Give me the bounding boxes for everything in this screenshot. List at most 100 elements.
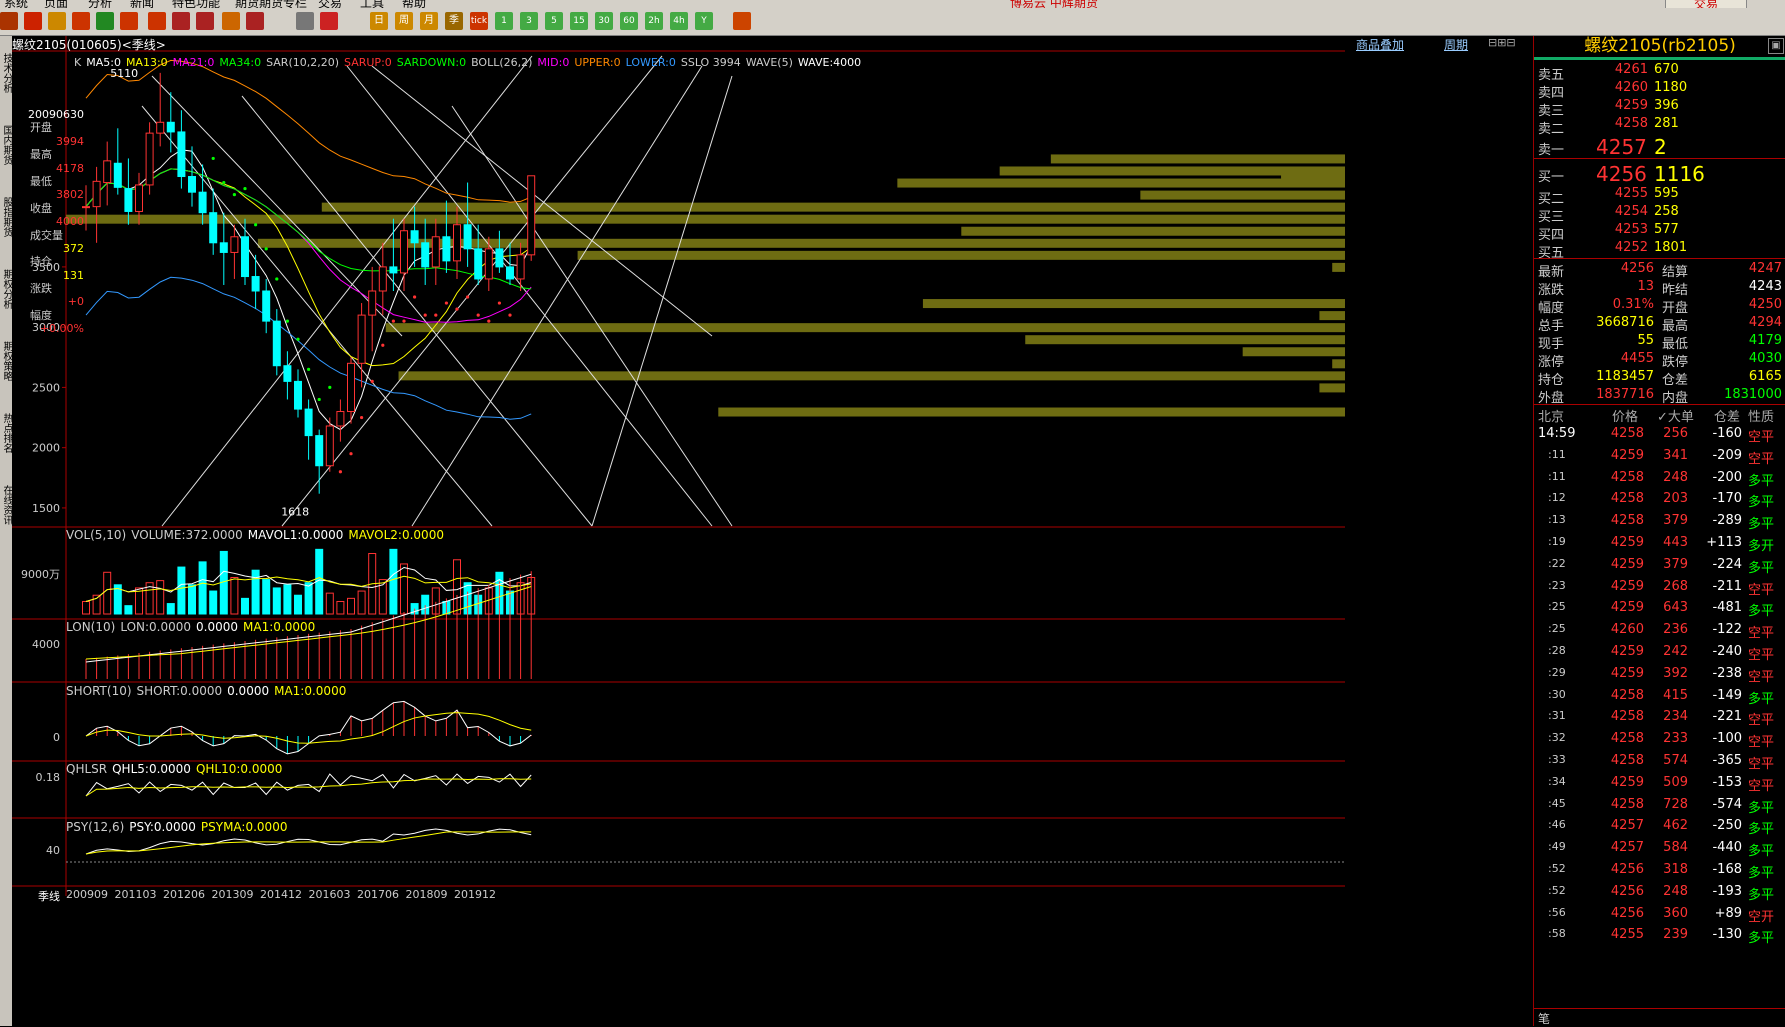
tick-time: :28 <box>1548 644 1566 657</box>
layout-icon[interactable] <box>733 12 751 30</box>
period-button-tick[interactable]: tick <box>470 12 488 30</box>
stat-row-4: 现手 55 最低 4179 <box>1534 333 1785 352</box>
volume-bar <box>241 597 249 615</box>
menu-item-1[interactable]: 页面 <box>44 0 68 8</box>
menu-item-3[interactable]: 新闻 <box>130 0 154 8</box>
news-icon[interactable] <box>72 12 90 30</box>
refresh-icon[interactable] <box>96 12 114 30</box>
stat-label: 涨停 <box>1538 355 1565 370</box>
tick-time: :33 <box>1548 753 1566 766</box>
tick-nature: 多平 <box>1748 822 1775 838</box>
price-axis-label: 2000 <box>32 442 60 455</box>
menu-item-7[interactable]: 工具 <box>360 0 384 8</box>
zoom-out-icon[interactable] <box>148 12 166 30</box>
period-button-30[interactable]: 30 <box>595 12 613 30</box>
window-icon[interactable] <box>172 12 190 30</box>
sar-dot <box>296 337 300 341</box>
candle-body <box>368 290 377 316</box>
period-button-15[interactable]: 15 <box>570 12 588 30</box>
tick-row: :30 4258 415 -149 多平 <box>1534 688 1785 710</box>
grid-icon[interactable] <box>296 12 314 30</box>
menu-item-2[interactable]: 分析 <box>88 0 112 8</box>
volume-profile-bar <box>922 299 1345 309</box>
candle-body <box>272 320 281 367</box>
left-tab-4[interactable]: 期权策略 <box>0 328 12 394</box>
cut-icon[interactable] <box>222 12 240 30</box>
collapse-icon[interactable]: ▣ <box>1768 38 1784 54</box>
trade-button[interactable]: 交易 <box>1665 0 1747 8</box>
month-button[interactable]: 月 <box>420 12 438 30</box>
chart-area[interactable]: 3500 3000 2500 2000 1500 5110 1618 螺纹2105(0106… <box>12 36 1533 1026</box>
period-button-1[interactable]: 1 <box>495 12 513 30</box>
candle-body <box>294 380 302 410</box>
info-range: +0.00% <box>39 322 84 336</box>
left-tab-3[interactable]: 期权分析 <box>0 256 12 322</box>
candle-body <box>198 191 207 214</box>
volume-bar <box>124 605 133 615</box>
tick-row: :23 4259 268 -211 空平 <box>1534 579 1785 601</box>
candle-body <box>484 248 493 280</box>
stat-value: 4455 <box>1620 351 1654 366</box>
menu-item-0[interactable]: 系统 <box>4 0 28 8</box>
period-button-4h[interactable]: 4h <box>670 12 688 30</box>
left-tab-0[interactable]: 技术分析 <box>0 40 12 106</box>
period-button-5[interactable]: 5 <box>545 12 563 30</box>
week-button[interactable]: 周 <box>395 12 413 30</box>
menu-item-8[interactable]: 帮助 <box>402 0 426 8</box>
stat-label: 最低 <box>1662 337 1689 352</box>
candle-body <box>421 242 430 268</box>
period-link[interactable]: 周期 <box>1444 36 1468 53</box>
period-button-Y[interactable]: Y <box>695 12 713 30</box>
home-icon[interactable] <box>24 12 42 30</box>
sar-dot <box>328 385 332 390</box>
left-tab-6[interactable]: 在线资讯 <box>0 472 12 538</box>
volume-bar <box>177 566 186 615</box>
sar-dot <box>391 319 395 323</box>
chart-icon[interactable] <box>320 12 338 30</box>
candle-body <box>230 236 239 253</box>
tick-price: 4259 <box>1610 600 1644 616</box>
tick-volume: 574 <box>1663 753 1688 768</box>
tick-time: :31 <box>1548 709 1566 723</box>
back-icon[interactable] <box>0 12 18 30</box>
level-label: 买一 <box>1538 170 1565 185</box>
menu-item-5[interactable]: 期货期货专栏 <box>235 0 307 8</box>
zoom-controls[interactable]: ⊟⊞⊟ <box>1488 36 1516 49</box>
menu-item-4[interactable]: 特色功能 <box>172 0 220 8</box>
book-icon[interactable] <box>48 12 66 30</box>
pen-icon[interactable] <box>196 12 214 30</box>
stat-value: 55 <box>1637 333 1654 348</box>
tick-time: :34 <box>1548 774 1566 788</box>
day-button[interactable]: 日 <box>370 12 388 30</box>
panel-header-item: MAVOL1:0.0000 <box>247 528 344 542</box>
overlay-link[interactable]: 商品叠加 <box>1356 36 1404 53</box>
tick-price: 4259 <box>1610 774 1644 790</box>
left-tab-5[interactable]: 热点排名 <box>0 400 12 466</box>
filter-icon[interactable] <box>246 12 264 30</box>
tick-time: :56 <box>1548 905 1566 919</box>
season-button[interactable]: 季 <box>445 12 463 30</box>
tick-footer-divider <box>1534 1008 1785 1009</box>
panel-axis-label-4: 40 <box>46 844 60 857</box>
indicator-legend-item: WAVE(5) <box>745 56 793 69</box>
period-button-60[interactable]: 60 <box>620 12 638 30</box>
menu-item-6[interactable]: 交易 <box>318 0 342 8</box>
level-volume: 281 <box>1654 116 1679 131</box>
indicator-legend-item: MA13:0 <box>125 56 168 69</box>
left-tab-1[interactable]: 国内期货 <box>0 112 12 178</box>
tick-volume: 203 <box>1663 491 1688 507</box>
tick-volume: 462 <box>1663 818 1688 834</box>
period-button-2h[interactable]: 2h <box>645 12 663 30</box>
info-close-label: 收盘 <box>30 201 52 215</box>
volume-profile-bar <box>577 250 1345 260</box>
period-button-3[interactable]: 3 <box>520 12 538 30</box>
indicator-legend-item: WAVE:4000 <box>797 56 862 69</box>
level-volume: 1116 <box>1654 162 1705 186</box>
left-tab-2[interactable]: 股指期货 <box>0 184 12 250</box>
tick-tab[interactable]: 笔 <box>1538 1010 1568 1027</box>
tick-row: :49 4257 584 -440 多平 <box>1534 840 1785 862</box>
tick-oi-change: -160 <box>1712 426 1742 441</box>
zoom-in-icon[interactable] <box>120 12 138 30</box>
tick-nature: 空平 <box>1748 713 1775 729</box>
tick-price: 4257 <box>1610 818 1644 834</box>
